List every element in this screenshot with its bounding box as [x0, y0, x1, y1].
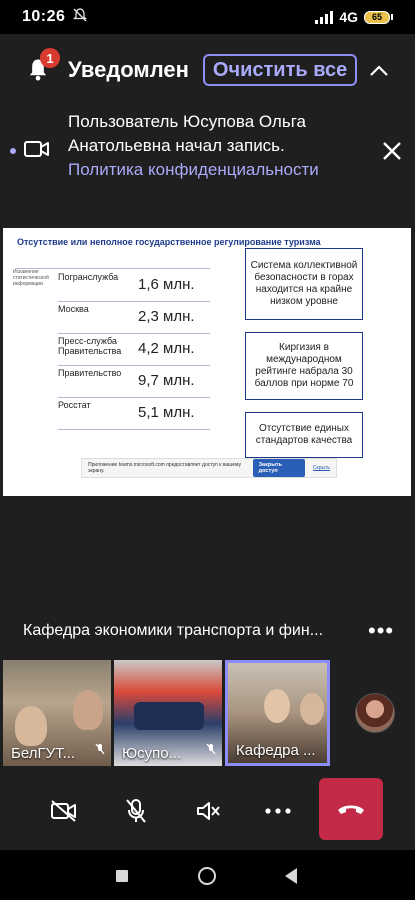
- stat-label: Пресс-служба Правительства: [58, 336, 122, 356]
- video-off-icon[interactable]: [44, 791, 84, 831]
- participant-tile[interactable]: Юсупо...: [114, 660, 222, 766]
- stat-row: Пресс-служба Правительства 4,2 млн.: [58, 334, 210, 366]
- more-options-button[interactable]: •••: [368, 618, 394, 644]
- bell-icon[interactable]: 1: [24, 48, 60, 84]
- avatar: [355, 693, 395, 733]
- stat-value: 2,3 млн.: [138, 308, 195, 325]
- home-button[interactable]: [198, 867, 216, 885]
- clear-all-button[interactable]: Очистить все: [202, 54, 358, 86]
- participant-name: Юсупо...: [122, 745, 182, 762]
- clock: 10:26: [22, 8, 66, 25]
- stat-row: Погранслужба 1,6 млн.: [58, 270, 210, 302]
- do-not-disturb-icon: [73, 8, 88, 26]
- stat-label: Правительство: [58, 368, 122, 378]
- participant-video: [73, 690, 103, 730]
- stat-row: Правительство 9,7 млн.: [58, 366, 210, 398]
- meeting-title: Кафедра экономики транспорта и фин...: [23, 622, 324, 639]
- slide-source-note: Искажение статистической информации: [13, 269, 49, 287]
- stop-sharing-button[interactable]: Закрыть доступ: [252, 459, 305, 477]
- stat-value: 9,7 млн.: [138, 372, 195, 389]
- stat-row: Росстат 5,1 млн.: [58, 398, 210, 430]
- stat-row: Москва 2,3 млн.: [58, 302, 210, 334]
- hide-bar-link[interactable]: Скрыть: [313, 465, 330, 471]
- share-bar-text: Приложение teams.microsoft.com предостав…: [88, 462, 241, 474]
- unread-dot: [10, 148, 16, 154]
- speaker-off-icon[interactable]: [188, 791, 228, 831]
- signal-icon: [315, 10, 334, 24]
- close-icon[interactable]: [381, 140, 405, 164]
- stat-label: Погранслужба: [58, 272, 119, 282]
- status-bar: 10:26 4G 65: [0, 0, 415, 34]
- participant-video: [15, 706, 47, 746]
- slide-title: Отсутствие или неполное государственное …: [17, 237, 321, 247]
- battery-level: 65: [364, 10, 390, 24]
- participant-name: Кафедра ...: [236, 742, 316, 759]
- system-navigation-bar: [0, 850, 415, 900]
- battery-icon: 65: [364, 10, 393, 24]
- stat-value: 1,6 млн.: [138, 276, 195, 293]
- screen-share-bar: Приложение teams.microsoft.com предостав…: [81, 458, 337, 478]
- back-button[interactable]: [285, 868, 297, 884]
- chevron-up-icon[interactable]: [367, 57, 391, 83]
- participant-name: БелГУТ...: [11, 745, 76, 762]
- video-camera-icon: [24, 140, 52, 196]
- participant-avatar-tile[interactable]: [335, 660, 415, 766]
- privacy-policy-link[interactable]: Политика конфиденциальности: [68, 158, 358, 182]
- info-box: Киргизия в международном рейтинге набрал…: [245, 332, 363, 400]
- network-type: 4G: [339, 9, 358, 25]
- mic-off-icon: [206, 743, 216, 758]
- notification-line-2: Анатольевна начал запись.: [68, 136, 285, 155]
- mic-off-icon: [95, 743, 105, 758]
- shared-screen[interactable]: Отсутствие или неполное государственное …: [3, 228, 411, 496]
- stat-value: 5,1 млн.: [138, 404, 195, 421]
- more-icon[interactable]: [258, 791, 298, 831]
- teams-call-screen: 10:26 4G 65 1 Уведомлен Очистить все Пол…: [0, 0, 415, 900]
- participant-video: [300, 693, 324, 725]
- recording-notification[interactable]: Пользователь Юсупова Ольга Анатольевна н…: [0, 110, 415, 196]
- info-box: Система коллективной безопасности в гора…: [245, 248, 363, 320]
- participant-tile[interactable]: БелГУТ...: [3, 660, 111, 766]
- stat-value: 4,2 млн.: [138, 340, 195, 357]
- participant-video: [264, 689, 290, 723]
- participant-video: [134, 702, 204, 730]
- notifications-title: Уведомлен: [68, 57, 189, 82]
- notification-text: Пользователь Юсупова Ольга Анатольевна н…: [68, 110, 358, 196]
- recent-apps-button[interactable]: [116, 870, 128, 882]
- stat-label: Москва: [58, 304, 89, 314]
- notification-count-badge: 1: [40, 48, 60, 68]
- notifications-header: 1 Уведомлен Очистить все: [0, 34, 415, 106]
- participant-tile-active-speaker[interactable]: Кафедра ...: [225, 660, 330, 766]
- notification-line-1: Пользователь Юсупова Ольга: [68, 112, 306, 131]
- stat-label: Росстат: [58, 400, 91, 410]
- info-box: Отсутствие единых стандартов качества: [245, 412, 363, 458]
- status-icons: 4G 65: [315, 9, 393, 25]
- mic-off-icon[interactable]: [116, 791, 156, 831]
- phone-hangup-icon[interactable]: [319, 778, 383, 840]
